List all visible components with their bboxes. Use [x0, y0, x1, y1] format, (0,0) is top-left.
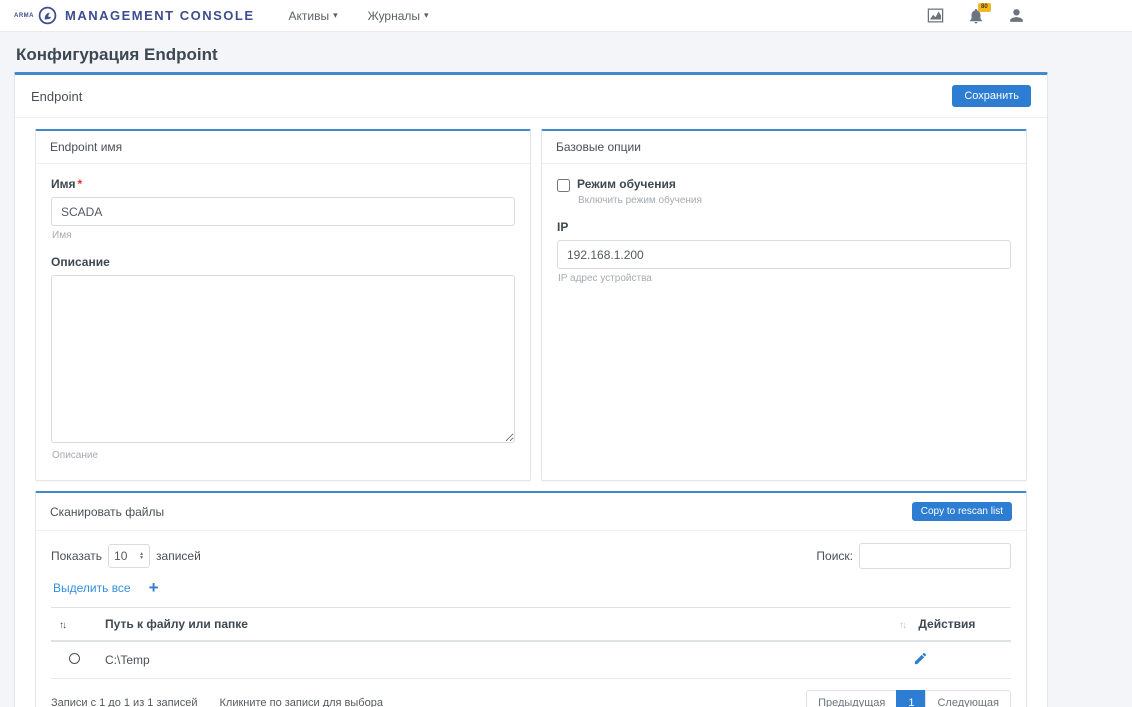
name-field[interactable] — [51, 197, 515, 226]
menu-assets-label: Активы — [289, 9, 330, 23]
path-cell: C:\Temp — [97, 641, 891, 679]
caret-down-icon: ▾ — [424, 10, 429, 21]
scan-files-header: Сканировать файлы Copy to rescan list — [36, 493, 1026, 531]
page-size-select[interactable]: 10 ▲▼ — [108, 544, 150, 568]
training-mode-label: Режим обучения — [577, 177, 676, 191]
description-label: Описание — [51, 255, 515, 269]
page-size-value: 10 — [114, 549, 127, 563]
notification-badge: 80 — [978, 3, 991, 12]
brand-title: MANAGEMENT CONSOLE — [65, 8, 255, 23]
ip-label: IP — [557, 220, 1011, 234]
records-info: Записи с 1 до 1 из 1 записей — [51, 697, 198, 707]
endpoint-name-card: Endpoint имя Имя* Имя Описание Описание — [35, 129, 531, 481]
ip-field[interactable] — [557, 240, 1011, 269]
description-field[interactable] — [51, 275, 515, 443]
main-menu: Активы ▾ Журналы ▾ — [289, 9, 429, 23]
endpoint-card: Endpoint Сохранить Endpoint имя Имя* Имя… — [14, 72, 1048, 707]
scan-files-title: Сканировать файлы — [50, 505, 164, 519]
show-label: Показать — [51, 549, 102, 563]
caret-down-icon: ▾ — [333, 10, 338, 21]
sort-icon: ↑↓ — [899, 620, 905, 631]
brand-logo[interactable]: ARMA MANAGEMENT CONSOLE — [14, 6, 255, 25]
menu-journals[interactable]: Журналы ▾ — [368, 9, 429, 23]
name-label: Имя* — [51, 177, 515, 191]
description-helper: Описание — [52, 450, 515, 461]
arma-helmet-icon — [38, 6, 57, 25]
endpoint-name-header: Endpoint имя — [36, 131, 530, 164]
sort-icon: ↑↓ — [59, 620, 65, 631]
table-info: Записи с 1 до 1 из 1 записей Кликните по… — [51, 697, 383, 707]
select-all-link[interactable]: Выделить все — [53, 581, 131, 595]
ip-helper: IP адрес устройства — [558, 273, 1011, 284]
scan-files-card: Сканировать файлы Copy to rescan list По… — [35, 491, 1027, 707]
click-hint: Кликните по записи для выбора — [220, 697, 383, 707]
user-icon[interactable] — [1007, 6, 1026, 25]
records-label: записей — [156, 549, 201, 563]
table-row[interactable]: C:\Temp — [51, 641, 1011, 679]
row-select-circle[interactable] — [69, 653, 80, 664]
training-mode-checkbox[interactable] — [557, 179, 570, 192]
path-column-header[interactable]: Путь к файлу или папке — [97, 608, 891, 642]
page-title: Конфигурация Endpoint — [16, 45, 1132, 65]
bell-icon[interactable]: 80 — [967, 7, 985, 25]
endpoint-name-title: Endpoint имя — [50, 140, 122, 154]
basic-options-header: Базовые опции — [542, 131, 1026, 164]
select-spinner-icon: ▲▼ — [139, 552, 144, 560]
search-control: Поиск: — [816, 543, 1011, 569]
search-input[interactable] — [859, 543, 1011, 569]
navbar-icons: 80 — [926, 6, 1118, 25]
endpoint-card-header: Endpoint Сохранить — [15, 75, 1047, 118]
pagination: Предыдущая 1 Следующая — [806, 690, 1011, 707]
copy-to-rescan-button[interactable]: Copy to rescan list — [912, 502, 1012, 521]
actions-column-header[interactable]: ↑↓ Действия — [891, 608, 1011, 642]
scan-paths-table: ↑↓ Путь к файлу или папке ↑↓ Действия — [51, 607, 1011, 679]
search-label: Поиск: — [816, 549, 853, 563]
name-helper: Имя — [52, 230, 515, 241]
save-button[interactable]: Сохранить — [952, 85, 1031, 107]
page-length-control: Показать 10 ▲▼ записей — [51, 544, 201, 568]
required-asterisk: * — [78, 177, 83, 191]
menu-journals-label: Журналы — [368, 9, 420, 23]
chart-area-icon[interactable] — [926, 6, 945, 25]
endpoint-card-body: Endpoint имя Имя* Имя Описание Описание … — [15, 118, 1047, 707]
prev-page-button[interactable]: Предыдущая — [806, 690, 897, 707]
training-mode-helper: Включить режим обучения — [578, 195, 1011, 206]
sort-header-check[interactable]: ↑↓ — [51, 608, 97, 642]
top-navbar: ARMA MANAGEMENT CONSOLE Активы ▾ Журналы… — [0, 0, 1132, 32]
endpoint-card-title: Endpoint — [31, 89, 82, 104]
edit-pencil-icon[interactable] — [913, 651, 928, 666]
arma-text: ARMA — [14, 13, 34, 19]
page-number-1[interactable]: 1 — [896, 690, 926, 707]
basic-options-title: Базовые опции — [556, 140, 641, 154]
next-page-button[interactable]: Следующая — [925, 690, 1011, 707]
add-path-button[interactable]: + — [149, 581, 159, 595]
basic-options-card: Базовые опции Режим обучения Включить ре… — [541, 129, 1027, 481]
menu-assets[interactable]: Активы ▾ — [289, 9, 338, 23]
